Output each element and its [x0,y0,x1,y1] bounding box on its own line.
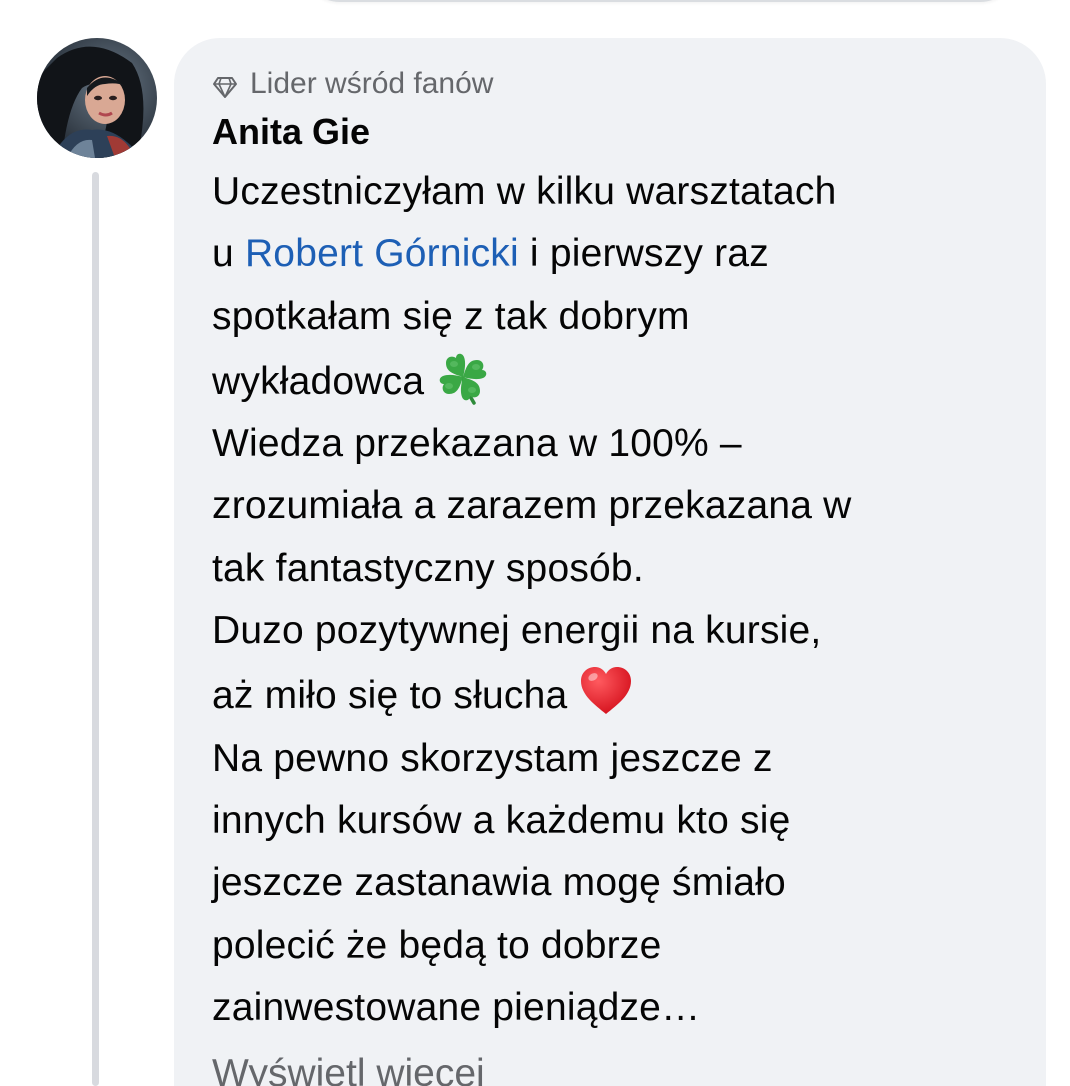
fan-badge[interactable]: Lider wśród fanów [212,64,1012,104]
comment-text: Uczestniczyłam w kilku warsztatach u Rob… [212,161,1012,1039]
comment-line-suffix: i pierwszy raz [529,232,769,276]
four-leaf-clover-emoji [434,348,492,406]
comment-line-text: aż miło się to słucha [212,674,568,718]
diamond-icon [212,71,238,98]
comment-line: innych kursów a każdemu kto się [212,798,791,842]
avatar[interactable] [37,38,157,158]
comment-line: tak fantastyczny sposób. [212,546,644,590]
comment-line: jeszcze zastanawia mogę śmiało [212,861,786,905]
red-heart-emoji [577,662,635,720]
comment-line: zainwestowane pieniądze… [212,985,701,1029]
comment-line: polecić że będą to dobrze [212,923,662,967]
comment-line: Na pewno skorzystam jeszcze z [212,736,773,780]
comment-line: Uczestniczyłam w kilku warsztatach [212,170,837,213]
reply-thread-line [92,172,99,1086]
author-name[interactable]: Anita Gie [212,109,1012,155]
badge-label: Lider wśród fanów [250,67,494,100]
previous-comment-bubble-edge [300,0,1020,2]
comment-line-text: wykładowca [212,359,425,403]
comment-line: wykładowca [212,348,1012,413]
comment-line: zrozumiała a zarazem przekazana w [212,484,852,528]
comment-line: Wiedza przekazana w 100% – [212,422,742,466]
comment-line: spotkałam się z tak dobrym [212,294,690,338]
comment-thread: Lider wśród fanów Anita Gie Uczestniczył… [0,0,1070,1086]
comment-line-prefix: u [212,232,234,276]
see-more-link[interactable]: Wyświetl więcej [212,1045,1012,1086]
comment-line: Duzo pozytywnej energii na kursie, [212,609,822,653]
mention-link[interactable]: Robert Górnicki [245,232,519,275]
avatar-photo [37,38,157,158]
comment-line: aż miło się to słucha [212,662,1012,727]
comment-bubble: Lider wśród fanów Anita Gie Uczestniczył… [174,38,1046,1086]
comment-line: u Robert Górnicki i pierwszy raz [212,223,1012,285]
